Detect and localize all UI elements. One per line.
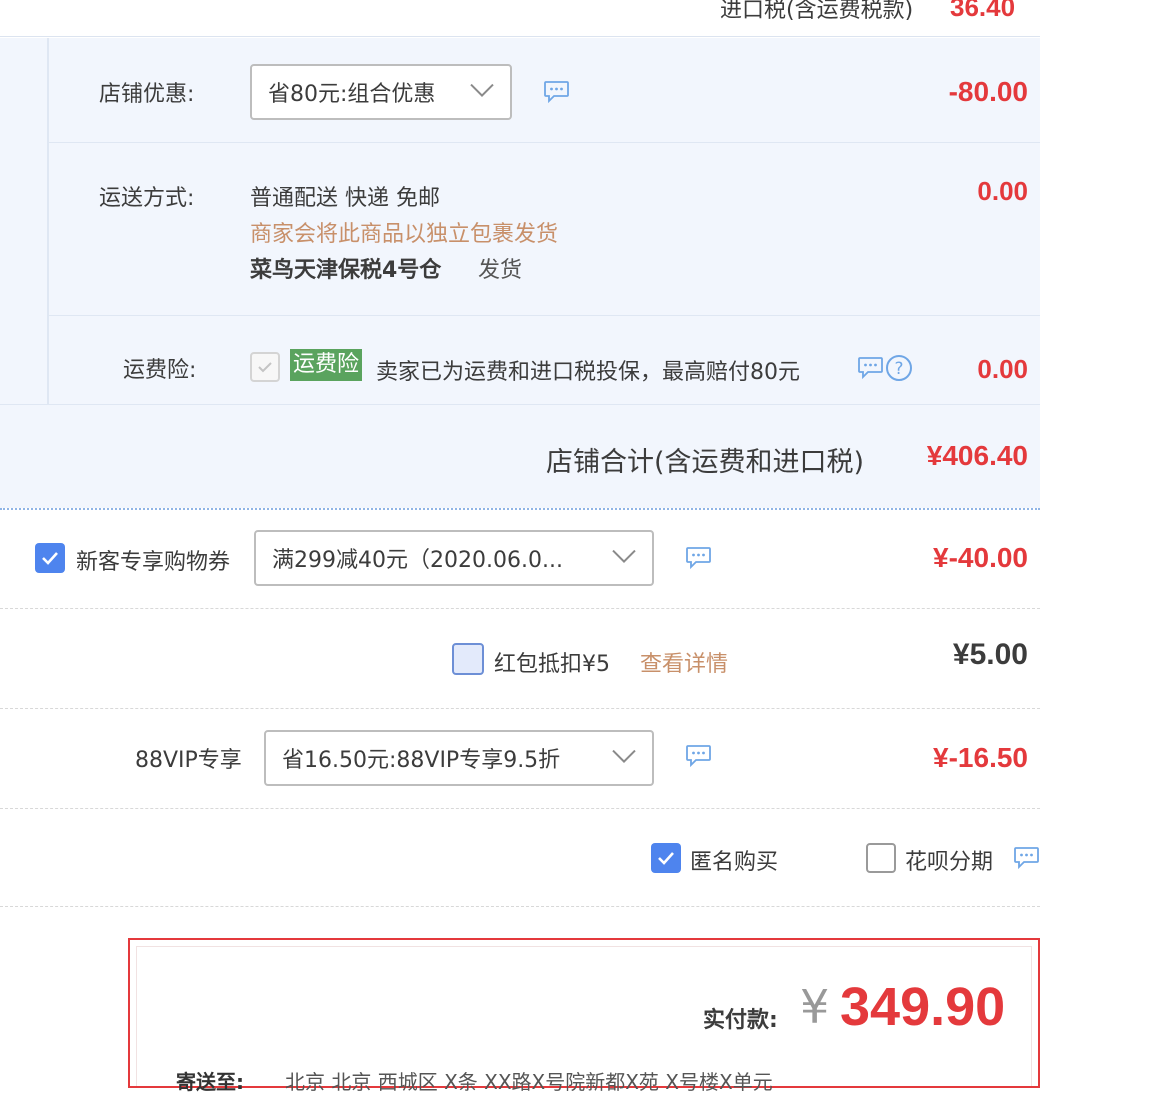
red-packet-amount: ¥5.00 xyxy=(952,638,1028,671)
shipping-label: 运送方式: xyxy=(99,186,195,211)
divider xyxy=(0,808,1040,809)
comment-icon[interactable] xyxy=(685,546,712,570)
payment-currency: ¥ xyxy=(800,980,830,1034)
vip-amount: ¥-16.50 xyxy=(933,742,1028,773)
ship-text: 发货 xyxy=(478,258,523,283)
freight-insurance-text: 卖家已为运费和进口税投保，最高赔付80元 xyxy=(376,360,800,385)
shop-total-amount: ¥406.40 xyxy=(926,440,1028,471)
divider xyxy=(0,708,1040,709)
vip-select[interactable]: 省16.50元:88VIP专享9.5折 xyxy=(264,730,654,786)
red-packet-checkbox[interactable] xyxy=(452,643,484,675)
new-customer-coupon-checkbox[interactable] xyxy=(35,543,65,573)
comment-icon[interactable] xyxy=(685,744,712,768)
check-icon xyxy=(658,852,674,865)
chevron-down-icon xyxy=(612,549,636,564)
coupon-select[interactable]: 满299减40元（2020.06.0... xyxy=(254,530,654,586)
vip-select-value: 省16.50元:88VIP专享9.5折 xyxy=(282,748,561,773)
address-label: 寄送至: xyxy=(176,1070,244,1094)
shop-discount-label: 店铺优惠: xyxy=(99,82,195,107)
comment-icon[interactable] xyxy=(1013,846,1040,870)
new-customer-coupon-label: 新客专享购物券 xyxy=(76,550,231,575)
vip-label: 88VIP专享 xyxy=(135,748,242,773)
anonymous-purchase-label: 匿名购买 xyxy=(690,850,779,875)
divider xyxy=(49,315,1040,316)
red-packet-label: 红包抵扣¥5 xyxy=(494,652,610,677)
panel-inner-border xyxy=(47,38,49,404)
anonymous-purchase-checkbox[interactable] xyxy=(651,843,681,873)
payment-label: 实付款: xyxy=(703,1008,778,1033)
coupon-amount: ¥-40.00 xyxy=(933,542,1028,573)
check-icon xyxy=(42,552,58,565)
freight-insurance-badge: 运费险 xyxy=(290,349,363,381)
divider xyxy=(49,142,1040,143)
divider xyxy=(0,608,1040,609)
freight-insurance-label: 运费险: xyxy=(123,358,197,383)
chevron-down-icon xyxy=(470,83,494,98)
warehouse-name: 菜鸟天津保税4号仓 xyxy=(250,258,442,283)
import-tax-amount: 36.40 xyxy=(950,0,1016,22)
freight-insurance-checkbox[interactable] xyxy=(250,352,280,382)
shop-discount-select[interactable]: 省80元:组合优惠 xyxy=(250,64,512,120)
divider xyxy=(0,36,1040,37)
shop-total-label: 店铺合计(含运费和进口税) xyxy=(546,447,865,478)
divider xyxy=(0,508,1040,510)
check-icon xyxy=(258,362,272,373)
shipping-amount: 0.00 xyxy=(977,176,1028,206)
divider xyxy=(0,404,1040,405)
svg-text:?: ? xyxy=(894,359,903,379)
coupon-select-value: 满299减40元（2020.06.0... xyxy=(272,548,563,573)
address-text: 北京 北京 西城区 X条 XX路X号院新都X苑 X号楼X单元 xyxy=(285,1070,773,1094)
comment-icon[interactable] xyxy=(857,356,884,380)
payment-amount: 349.90 xyxy=(840,977,1006,1037)
view-details-link[interactable]: 查看详情 xyxy=(640,646,728,678)
huabei-installment-checkbox[interactable] xyxy=(866,843,896,873)
shop-discount-select-value: 省80元:组合优惠 xyxy=(268,82,436,107)
help-icon[interactable]: ? xyxy=(885,354,913,382)
shipping-note: 商家会将此商品以独立包裹发货 xyxy=(250,222,559,247)
shop-discount-amount: -80.00 xyxy=(948,76,1028,107)
freight-insurance-amount: 0.00 xyxy=(977,354,1028,384)
import-tax-label: 进口税(含运费税款) xyxy=(720,0,914,23)
chevron-down-icon xyxy=(612,749,636,764)
divider xyxy=(0,906,1040,907)
huabei-installment-label: 花呗分期 xyxy=(905,850,994,875)
shipping-method: 普通配送 快递 免邮 xyxy=(250,186,440,211)
comment-icon[interactable] xyxy=(543,80,570,104)
